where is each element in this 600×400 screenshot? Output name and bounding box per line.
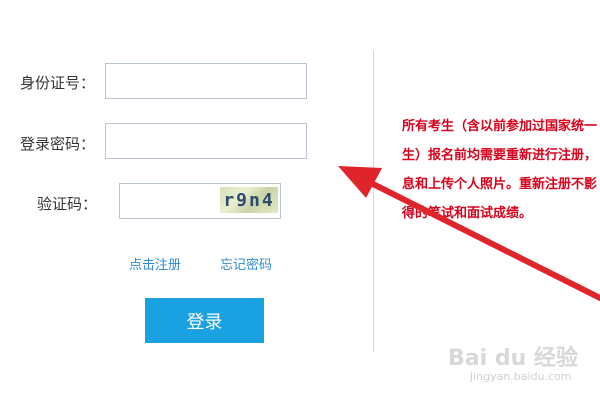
baidu-jingyan-watermark: Bai du 经验 (448, 346, 578, 371)
watermark-url: jingyan.baidu.com (470, 370, 572, 383)
arrow-shaft (362, 177, 600, 301)
